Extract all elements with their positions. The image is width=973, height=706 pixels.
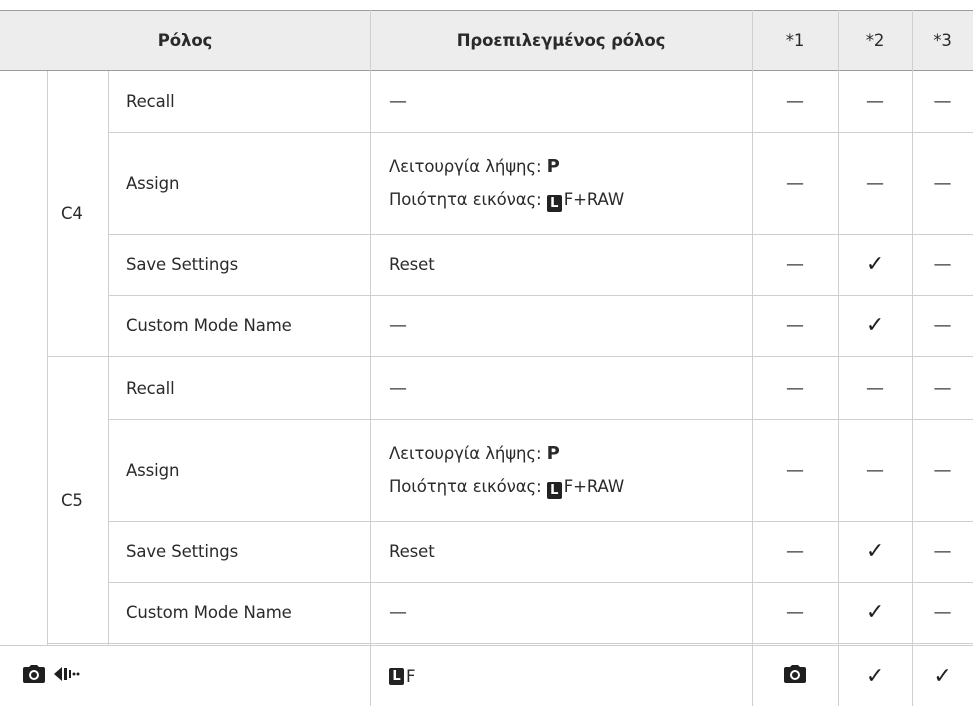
- dash-mark: —: [933, 602, 952, 623]
- image-quality-value: F+RAW: [563, 190, 625, 209]
- last-row-col3: ✓: [933, 663, 952, 689]
- column-divider: [370, 10, 371, 706]
- default-value: —: [389, 602, 407, 623]
- default-value-multi: Λειτουργία λήψης: P Ποιότητα εικόνας: L F+…: [370, 132, 752, 234]
- default-value: —: [389, 378, 407, 399]
- header-col1: *1: [785, 31, 805, 50]
- default-value: —: [389, 315, 407, 336]
- function-name: Recall: [126, 379, 175, 398]
- last-row-default-value: F: [406, 666, 416, 686]
- dash-mark: —: [786, 459, 804, 481]
- column-divider: [912, 10, 913, 706]
- dash-mark: —: [933, 541, 952, 562]
- function-name: Assign: [126, 460, 180, 480]
- dash-mark: —: [933, 315, 952, 336]
- column-divider: [108, 71, 109, 646]
- default-value: Reset: [389, 542, 435, 561]
- default-line-shooting-mode: Λειτουργία λήψης: P: [389, 437, 560, 470]
- check-mark: ✓: [865, 252, 885, 277]
- image-size-large-badge: L: [546, 482, 562, 499]
- header-role: Ρόλος: [157, 31, 213, 50]
- dash-mark: —: [866, 459, 884, 481]
- shooting-mode-label: Λειτουργία λήψης:: [389, 157, 542, 176]
- dash-mark: —: [786, 91, 804, 112]
- last-row-col1: [752, 646, 838, 706]
- default-value-multi: Λειτουργία λήψης: P Ποιότητα εικόνας: L F+…: [370, 419, 752, 521]
- last-row-col2: ✓: [865, 663, 885, 689]
- default-value: —: [389, 91, 407, 112]
- default-line-image-quality: Ποιότητα εικόνας: L F+RAW: [389, 183, 624, 216]
- header-default-role: Προεπιλεγμένος ρόλος: [456, 31, 666, 50]
- dash-mark: —: [866, 378, 884, 399]
- dash-mark: —: [866, 172, 884, 194]
- function-name: Assign: [126, 173, 180, 193]
- last-row-icons: [22, 646, 142, 706]
- row-divider: [47, 643, 973, 644]
- dash-mark: —: [933, 172, 952, 194]
- shooting-mode-value: P: [546, 443, 560, 464]
- column-divider: [838, 10, 839, 706]
- dash-mark: —: [933, 91, 952, 112]
- row-divider: [47, 356, 973, 357]
- image-size-large-badge: L: [389, 667, 404, 685]
- dash-mark: —: [786, 254, 804, 275]
- image-quality-label: Ποιότητα εικόνας:: [389, 190, 542, 209]
- check-mark: ✓: [865, 539, 885, 564]
- column-divider: [752, 10, 753, 706]
- header-col3: *3: [933, 31, 952, 50]
- row-divider: [0, 10, 973, 11]
- function-name: Custom Mode Name: [126, 316, 292, 335]
- default-line-shooting-mode: Λειτουργία λήψης: P: [389, 150, 560, 183]
- header-col2: *2: [865, 31, 885, 50]
- row-divider: [0, 70, 973, 71]
- default-value: Reset: [389, 255, 435, 274]
- function-name: Save Settings: [126, 542, 239, 561]
- dash-mark: —: [786, 602, 804, 623]
- dash-mark: —: [786, 378, 804, 399]
- dash-mark: —: [866, 91, 884, 112]
- dash-mark: —: [933, 459, 952, 481]
- shooting-mode-value: P: [546, 156, 560, 177]
- function-name: Custom Mode Name: [126, 603, 292, 622]
- row-divider: [0, 645, 973, 646]
- settings-table: Ρόλος Προεπιλεγμένος ρόλος *1 *2 *3 LF ✓…: [0, 0, 973, 706]
- camera-icon: [22, 664, 46, 688]
- check-mark: ✓: [865, 600, 885, 625]
- shooting-mode-label: Λειτουργία λήψης:: [389, 444, 542, 463]
- check-mark: ✓: [865, 313, 885, 338]
- image-quality-value: F+RAW: [563, 477, 625, 496]
- dash-mark: —: [786, 541, 804, 562]
- function-name: Recall: [126, 92, 175, 111]
- drive-sequential-icon: [52, 664, 82, 688]
- group-label: C4: [61, 204, 83, 223]
- default-line-image-quality: Ποιότητα εικόνας: L F+RAW: [389, 470, 624, 503]
- image-quality-label: Ποιότητα εικόνας:: [389, 477, 542, 496]
- function-name: Save Settings: [126, 255, 239, 274]
- camera-icon: [783, 664, 807, 688]
- last-row-default: LF: [389, 646, 689, 706]
- column-divider: [47, 71, 48, 646]
- dash-mark: —: [933, 378, 952, 399]
- image-size-large-badge: L: [546, 195, 562, 212]
- dash-mark: —: [786, 172, 804, 194]
- dash-mark: —: [933, 254, 952, 275]
- group-label: C5: [61, 491, 83, 510]
- dash-mark: —: [786, 315, 804, 336]
